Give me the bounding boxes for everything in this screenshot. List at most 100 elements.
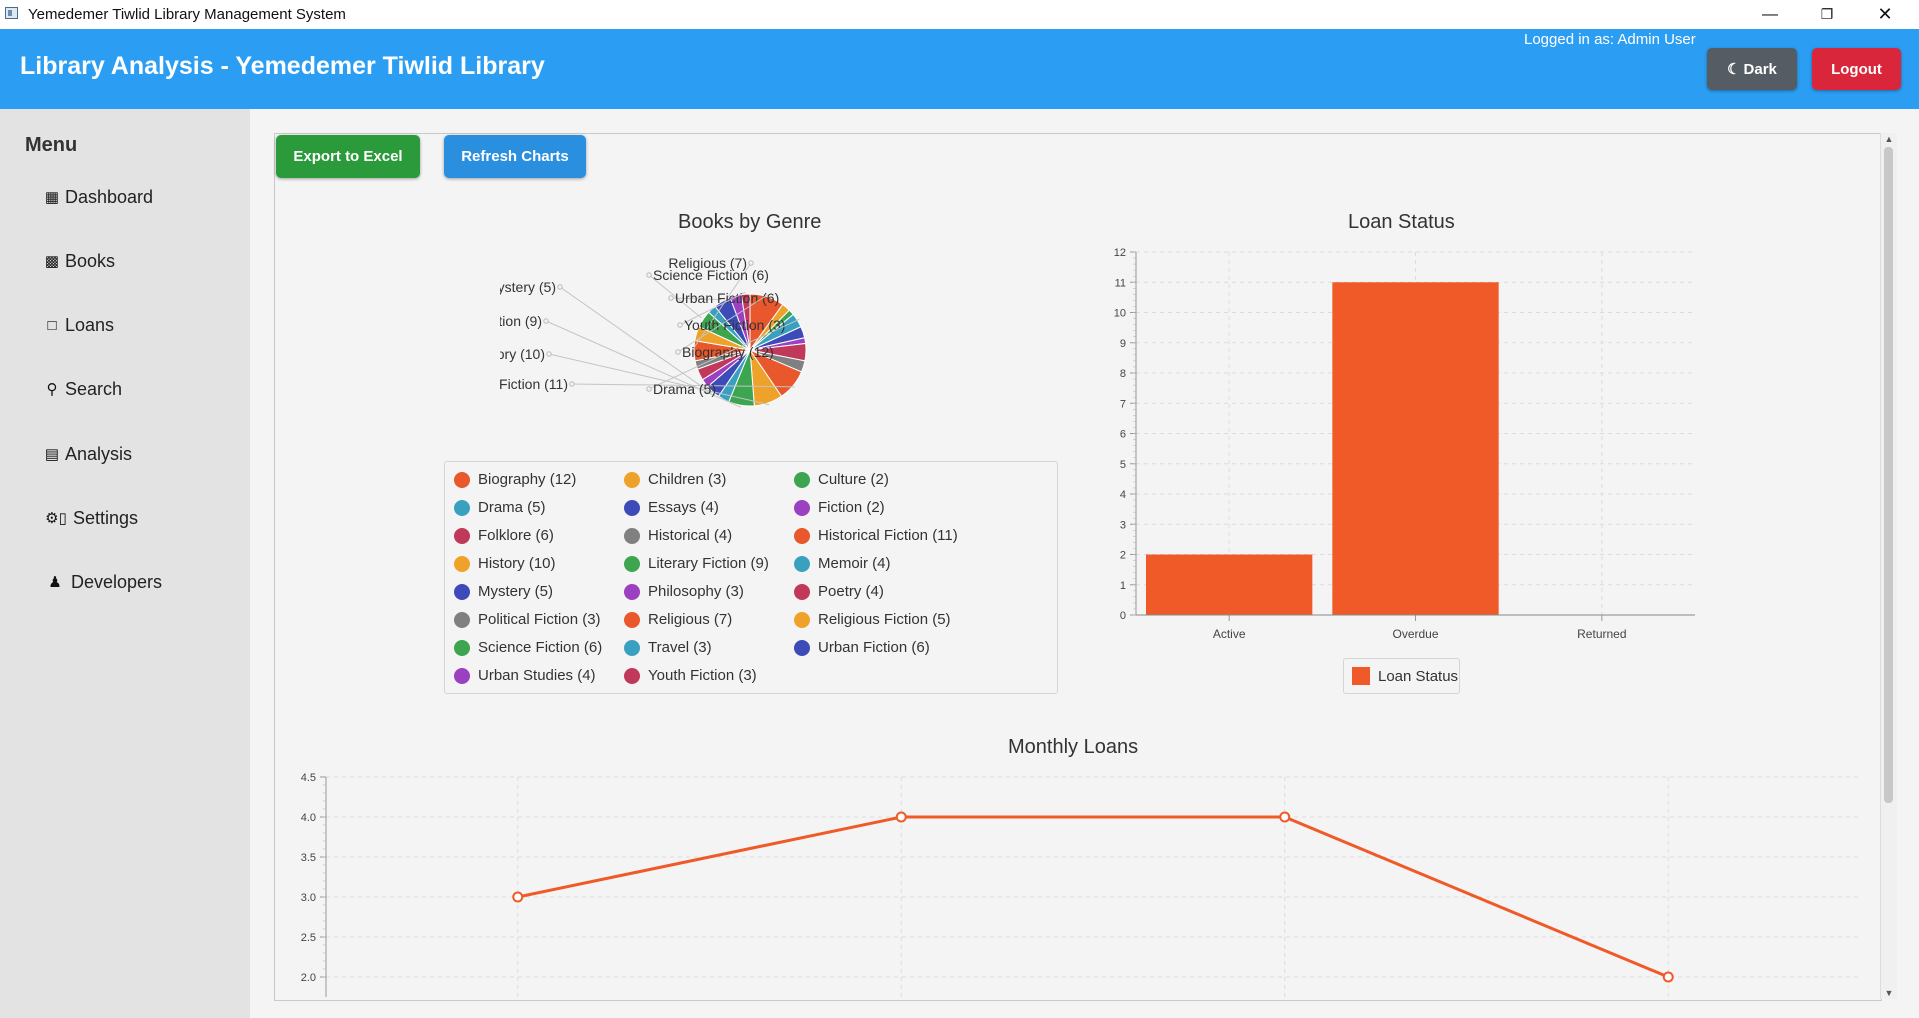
- legend-label: Memoir (4): [818, 555, 891, 572]
- pie-callout-dot: [668, 295, 674, 301]
- y-tick-label: 3.0: [301, 892, 316, 904]
- scrollbar-thumb[interactable]: [1884, 147, 1893, 803]
- sidebar-item-dashboard[interactable]: ▦ Dashboard: [43, 183, 153, 211]
- legend-label: Historical Fiction (11): [818, 527, 958, 544]
- legend-item: Culture (2): [794, 471, 889, 488]
- sidebar-item-label: Books: [65, 250, 116, 271]
- sidebar-item-label: Dashboard: [65, 186, 154, 207]
- export-excel-button[interactable]: Export to Excel: [276, 135, 420, 178]
- y-tick-label: 3.5: [301, 852, 316, 864]
- sidebar-item-books[interactable]: ▩ Books: [43, 247, 115, 275]
- line-chart-title: Monthly Loans: [1008, 736, 1139, 758]
- sidebar-item-developers[interactable]: ♟ Developers: [43, 568, 162, 596]
- y-tick-label: 12: [1114, 247, 1126, 259]
- legend-item: Memoir (4): [794, 555, 891, 572]
- scroll-down-icon[interactable]: ▼: [1883, 988, 1895, 998]
- legend-label: Travel (3): [648, 639, 712, 656]
- sidebar-item-label: Loans: [65, 314, 115, 335]
- pie-callout-dot: [546, 351, 552, 357]
- sidebar: Menu: [0, 109, 250, 1018]
- sidebar-item-label: Settings: [73, 507, 139, 528]
- bar: [1332, 282, 1499, 615]
- legend-dot: [454, 499, 470, 516]
- legend-dot: [624, 555, 640, 572]
- legend-label: Religious Fiction (5): [818, 611, 951, 628]
- pie-chart-title: Books by Genre: [678, 211, 822, 233]
- legend-dot: [794, 583, 810, 600]
- legend-label: Drama (5): [478, 499, 546, 516]
- legend-label: Religious (7): [648, 611, 733, 628]
- pie-callout-label: Literary Fiction (9): [500, 313, 542, 329]
- legend-label: History (10): [478, 555, 556, 572]
- legend-dot: [794, 639, 810, 656]
- bar-legend-label: Loan Status: [1378, 667, 1459, 685]
- y-tick-label: 2.0: [301, 972, 316, 984]
- legend-item: Political Fiction (3): [454, 611, 601, 628]
- legend-label: Mystery (5): [478, 583, 553, 600]
- legend-label: Children (3): [648, 471, 727, 488]
- books-by-genre-pie-chart: Religious (7)Science Fiction (6)Mystery …: [500, 255, 807, 408]
- moon-icon: ☾: [1727, 61, 1741, 78]
- legend-label: Youth Fiction (3): [648, 667, 757, 684]
- legend-label: Fiction (2): [818, 499, 885, 516]
- pie-callout-dot: [646, 386, 652, 392]
- sidebar-item-loans[interactable]: □ Loans: [43, 311, 114, 339]
- legend-item: Youth Fiction (3): [624, 667, 757, 684]
- legend-dot: [794, 471, 810, 488]
- legend-item: Poetry (4): [794, 583, 884, 600]
- sidebar-item-settings[interactable]: ⚙▯ Settings: [43, 504, 138, 532]
- legend-label: Urban Studies (4): [478, 667, 596, 684]
- pie-callout-label: Science Fiction (6): [653, 267, 769, 283]
- legend-label: Culture (2): [818, 471, 889, 488]
- legend-dot: [624, 471, 640, 488]
- legend-item: Religious Fiction (5): [794, 611, 951, 628]
- legend-item: Urban Fiction (6): [794, 639, 930, 656]
- data-point: [895, 811, 907, 823]
- legend-item: Urban Studies (4): [454, 667, 596, 684]
- sidebar-item-label: Search: [65, 378, 123, 399]
- x-tick-label: Overdue: [1392, 627, 1438, 641]
- legend-item: Essays (4): [624, 499, 719, 516]
- dark-mode-label: Dark: [1743, 60, 1777, 78]
- y-tick-label: 3: [1120, 519, 1126, 531]
- legend-label: Historical (4): [648, 527, 733, 544]
- legend-item: Historical Fiction (11): [794, 527, 958, 544]
- vertical-scrollbar[interactable]: ▲ ▼: [1880, 133, 1897, 999]
- y-tick-label: 4.5: [301, 772, 316, 784]
- legend-label: Literary Fiction (9): [648, 555, 769, 572]
- x-tick-label: Active: [1213, 627, 1246, 641]
- legend-dot: [454, 527, 470, 544]
- legend-dot: [794, 527, 810, 544]
- legend-item: Folklore (6): [454, 527, 554, 544]
- window-titlebar: Yemedemer Tiwlid Library Management Syst…: [0, 0, 1919, 29]
- logout-button[interactable]: Logout: [1812, 48, 1901, 90]
- legend-dot: [794, 499, 810, 516]
- legend-dot: [454, 639, 470, 656]
- legend-label: Biography (12): [478, 471, 577, 488]
- dark-mode-button[interactable]: ☾ Dark: [1707, 48, 1797, 90]
- close-icon[interactable]: ✕: [1855, 0, 1915, 29]
- restore-icon[interactable]: ❐: [1797, 0, 1857, 29]
- pie-callout-dot: [675, 349, 681, 355]
- sidebar-item-search[interactable]: ⚲ Search: [43, 375, 123, 403]
- legend-dot: [454, 555, 470, 572]
- minimize-icon[interactable]: —: [1740, 0, 1800, 29]
- sidebar-item-label: Developers: [71, 571, 163, 592]
- y-tick-label: 9: [1120, 338, 1126, 350]
- chart-icon: ▤: [44, 446, 60, 463]
- pie-callout-dot: [557, 284, 563, 290]
- legend-item: Philosophy (3): [624, 583, 744, 600]
- legend-dot: [624, 499, 640, 516]
- x-tick-label: Returned: [1577, 627, 1626, 641]
- data-point: [1279, 811, 1291, 823]
- settings-icon: ⚙▯: [45, 510, 67, 527]
- legend-item: Drama (5): [454, 499, 546, 516]
- pie-callout-label: Historical Fiction (11): [500, 376, 568, 392]
- sidebar-item-analysis[interactable]: ▤ Analysis: [43, 440, 132, 468]
- legend-dot: [454, 667, 470, 684]
- scroll-up-icon[interactable]: ▲: [1883, 134, 1895, 144]
- refresh-charts-button[interactable]: Refresh Charts: [444, 135, 586, 178]
- bar-legend: Loan Status: [1343, 658, 1460, 694]
- pie-callout-dot: [543, 318, 549, 324]
- loan-status-bar-chart: 0123456789101112Active Overdue Returned: [1114, 247, 1695, 641]
